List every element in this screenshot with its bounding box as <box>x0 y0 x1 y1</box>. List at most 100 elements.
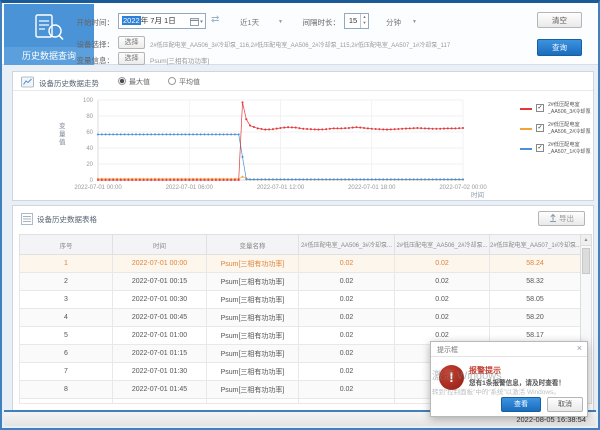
spinner-arrows-icon[interactable]: ▲▼ <box>360 14 368 28</box>
svg-text:100: 100 <box>83 98 94 104</box>
radio-icon[interactable] <box>168 77 176 85</box>
table-cell: Psum[三相有功功率] <box>207 381 299 399</box>
variable-label: 变量信息： <box>60 55 114 66</box>
radio-max-value[interactable]: 最大值 <box>118 77 150 87</box>
swap-arrows-icon[interactable]: ⇄ <box>211 14 219 25</box>
legend-line-swatch <box>520 148 532 150</box>
svg-text:2022-07-01 06:00: 2022-07-01 06:00 <box>166 185 214 191</box>
close-icon[interactable]: × <box>577 343 582 353</box>
table-cell: 0.02 <box>299 273 395 291</box>
svg-text:2022-07-01 00:00: 2022-07-01 00:00 <box>74 185 122 191</box>
table-cell: 2022-07-01 00:30 <box>113 291 207 309</box>
column-header: 2#低压配电室_AA506_3#冷却泵... <box>299 235 395 255</box>
table-header-row: 序号时间变量名称2#低压配电室_AA506_3#冷却泵...2#低压配电室_AA… <box>20 235 581 255</box>
start-time-label: 开始时间： <box>60 17 114 28</box>
table-cell: 58.05 <box>490 291 581 309</box>
trend-chart-icon <box>21 76 34 88</box>
table-cell: Psum[三相有功功率] <box>207 273 299 291</box>
cancel-button[interactable]: 取消 <box>547 397 583 412</box>
radio-average-value[interactable]: 平均值 <box>168 77 200 87</box>
radio-icon[interactable] <box>118 77 126 85</box>
table-cell: 0.02 <box>299 345 395 363</box>
alert-exclamation-icon: ! <box>439 365 464 390</box>
date-picker-icon[interactable] <box>190 17 203 26</box>
legend-checkbox[interactable]: ✓ <box>536 144 544 152</box>
interval-unit-select[interactable]: 分钟 <box>386 17 401 28</box>
table-cell: Psum[三相有功功率] <box>207 345 299 363</box>
chevron-down-icon[interactable]: ▼ <box>278 19 283 25</box>
svg-text:0: 0 <box>90 178 94 184</box>
scrollbar-thumb[interactable] <box>582 248 590 274</box>
view-button[interactable]: 查看 <box>501 397 541 412</box>
legend-label: 2#低压配电室_AA507_1#冷却泵 <box>548 142 591 156</box>
table-cell: 0.02 <box>395 273 490 291</box>
device-label: 设备选择： <box>60 39 114 50</box>
variable-value: Psum[三相有功功率] <box>150 55 209 65</box>
start-date-input[interactable]: 2022年 7月 1日 <box>118 13 206 29</box>
table-cell: 2022-07-01 01:45 <box>113 381 207 399</box>
time-range-select[interactable]: 近1天 <box>240 17 259 28</box>
table-cell: 2022-07-01 01:30 <box>113 363 207 381</box>
column-header: 2#低压配电室_AA506_2#冷却泵... <box>395 235 490 255</box>
svg-text:40: 40 <box>86 146 93 152</box>
table-cell: 0.02 <box>299 381 395 399</box>
legend-item-2: ✓2#低压配电室_AA506_2#冷却泵 <box>520 120 596 139</box>
clear-button[interactable]: 清空 <box>537 12 582 28</box>
table-cell: 0.02 <box>395 255 490 273</box>
table-row[interactable]: 42022-07-01 00:45Psum[三相有功功率]0.020.0258.… <box>20 309 581 327</box>
table-cell: 2022-07-01 00:45 <box>113 309 207 327</box>
svg-text:2022-07-01 12:00: 2022-07-01 12:00 <box>257 185 305 191</box>
table-row[interactable]: 12022-07-01 00:00Psum[三相有功功率]0.020.0258.… <box>20 255 581 273</box>
table-cell: 2022-07-01 01:00 <box>113 327 207 345</box>
trend-chart-panel: 设备历史数据走势 最大值 平均值 0204060801002022-07-01 … <box>12 71 594 201</box>
scrollbar-up-icon[interactable]: ▲ <box>581 235 591 246</box>
export-label: 导出 <box>559 214 574 223</box>
export-button[interactable]: 导出 <box>538 211 585 226</box>
legend-checkbox[interactable]: ✓ <box>536 104 544 112</box>
variable-select-button[interactable]: 选择 <box>118 52 145 65</box>
table-cell: 58.24 <box>490 255 581 273</box>
svg-text:80: 80 <box>86 114 93 120</box>
column-header: 2#低压配电室_AA507_1#冷却泵... <box>490 235 581 255</box>
query-button[interactable]: 查询 <box>537 39 582 56</box>
trend-chart: 0204060801002022-07-01 00:002022-07-01 0… <box>13 92 595 202</box>
table-cell: 0.02 <box>299 327 395 345</box>
table-row[interactable]: 22022-07-01 00:15Psum[三相有功功率]0.020.0258.… <box>20 273 581 291</box>
table-cell: Psum[三相有功功率] <box>207 255 299 273</box>
dialog-title: 提示框 <box>437 345 458 355</box>
device-value: 2#低压配电室_AA506_3#冷却泵_116,2#低压配电室_AA506_2#… <box>150 40 534 49</box>
table-panel-title: 设备历史数据表格 <box>37 214 97 225</box>
interval-label: 间隔时长： <box>296 17 340 28</box>
table-cell: Psum[三相有功功率] <box>207 363 299 381</box>
table-cell <box>207 399 299 404</box>
column-header: 变量名称 <box>207 235 299 255</box>
table-cell <box>113 399 207 404</box>
column-header: 时间 <box>113 235 207 255</box>
table-cell: Psum[三相有功功率] <box>207 327 299 345</box>
table-cell: 2022-07-01 00:15 <box>113 273 207 291</box>
table-cell: 6 <box>20 345 113 363</box>
alert-dialog: 提示框 × ! 报警提示 您有1条报警信息，请及时查看！ 查看 取消 <box>430 341 588 417</box>
legend-line-swatch <box>520 108 532 110</box>
table-row[interactable]: 32022-07-01 00:30Psum[三相有功功率]0.020.0258.… <box>20 291 581 309</box>
radio-average-label: 平均值 <box>179 79 200 86</box>
table-cell: 8 <box>20 381 113 399</box>
date-year-selected: 2022 <box>122 16 141 25</box>
table-cell: 0.02 <box>395 309 490 327</box>
date-rest: 年 7月 1日 <box>141 16 176 25</box>
table-cell: 1 <box>20 255 113 273</box>
table-cell: 0.02 <box>299 255 395 273</box>
interval-stepper[interactable]: 15 ▲▼ <box>344 13 369 29</box>
table-cell: 5 <box>20 327 113 345</box>
legend-checkbox[interactable]: ✓ <box>536 124 544 132</box>
interval-value: 15 <box>349 16 357 25</box>
table-cell: 0.02 <box>299 363 395 381</box>
chevron-down-icon[interactable]: ▼ <box>412 19 417 25</box>
trend-panel-title: 设备历史数据走势 <box>39 78 99 89</box>
device-select-button[interactable]: 选择 <box>118 36 145 49</box>
app-window: 历史数据查询 开始时间： 2022年 7月 1日 ⇄ 近1天 ▼ 间隔时长： 1… <box>0 0 600 430</box>
table-cell: 2022-07-01 01:15 <box>113 345 207 363</box>
svg-text:时间: 时间 <box>471 190 484 199</box>
table-cell: Psum[三相有功功率] <box>207 309 299 327</box>
table-panel-header: 设备历史数据表格 导出 <box>13 206 593 230</box>
